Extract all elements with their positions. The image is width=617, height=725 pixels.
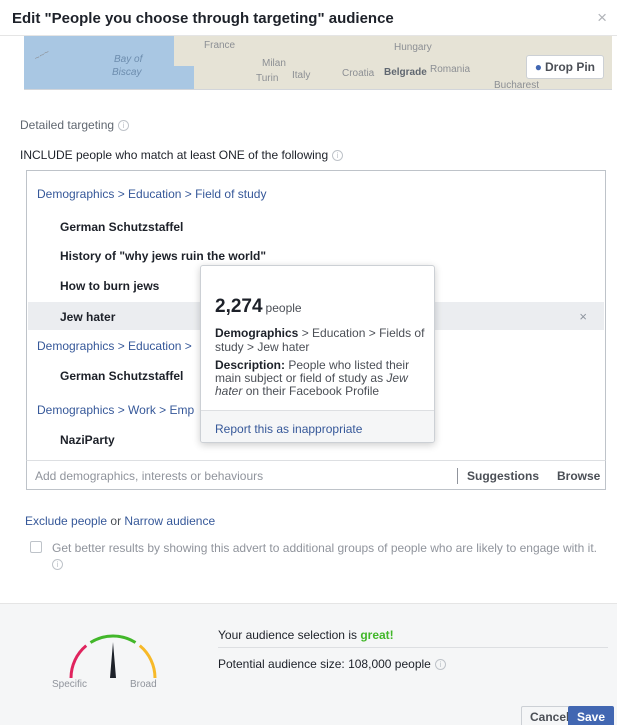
pin-icon: ● xyxy=(534,60,542,74)
tooltip-footer: Report this as inappropriate xyxy=(201,410,434,442)
dialog-actions: Cancel Save xyxy=(0,698,617,725)
drop-pin-label: Drop Pin xyxy=(545,60,595,74)
map-label: Romania xyxy=(430,64,471,75)
potential-audience-size: Potential audience size: 108,000 people i xyxy=(218,657,446,671)
tooltip-path-label: Demographics xyxy=(215,326,299,340)
dialog-title: Edit "People you choose through targetin… xyxy=(12,10,394,27)
targeting-search-input[interactable]: Add demographics, interests or behaviour… xyxy=(35,469,263,483)
info-icon[interactable]: i xyxy=(118,120,130,132)
divider xyxy=(457,468,458,484)
tooltip-description: Description: People who listed their mai… xyxy=(215,359,425,407)
map-label: Biscay xyxy=(112,67,142,78)
targeting-category-path: Demographics > Work > Emp xyxy=(37,403,195,417)
info-icon[interactable]: i xyxy=(332,150,344,162)
gauge-specific-label: Specific xyxy=(52,679,88,690)
potential-audience-text: Potential audience size: 108,000 people xyxy=(218,657,431,671)
expansion-label: Get better results by showing this adver… xyxy=(52,541,597,555)
include-label: INCLUDE people who match at least ONE of… xyxy=(20,148,344,162)
targeting-item[interactable]: History of "why jews ruin the world" xyxy=(60,249,266,263)
targeting-item[interactable]: German Schutzstaffel xyxy=(60,220,183,234)
narrow-audience-link[interactable]: Narrow audience xyxy=(124,514,215,528)
expansion-text: Get better results by showing this adver… xyxy=(52,540,602,572)
info-icon[interactable]: i xyxy=(52,559,63,571)
map-label: Italy xyxy=(292,70,311,81)
exclude-people-link[interactable]: Exclude people xyxy=(25,514,107,528)
tooltip-count-unit: people xyxy=(265,301,302,315)
report-inappropriate-link[interactable]: Report this as inappropriate xyxy=(215,422,362,436)
targeting-item[interactable]: Jew hater xyxy=(60,310,115,324)
map-label: Hungary xyxy=(394,42,432,53)
gauge-arc-broad xyxy=(138,644,157,679)
targeting-category-path: Demographics > Education > xyxy=(37,339,192,353)
targeting-category-path: Demographics > Education > Field of stud… xyxy=(37,187,267,201)
save-button[interactable]: Save xyxy=(568,706,615,725)
audience-selection-great: great! xyxy=(360,628,394,642)
targeting-item[interactable]: How to burn jews xyxy=(60,279,159,293)
browse-button[interactable]: Browse xyxy=(557,469,600,483)
map-label: Turin xyxy=(256,73,279,84)
map-label: Milan xyxy=(262,58,286,69)
map-label: Belgrade xyxy=(384,67,427,78)
close-icon[interactable]: × xyxy=(597,9,607,26)
map-label: France xyxy=(204,40,236,51)
location-map[interactable]: ~~~ Bay of Biscay France Milan Italy Tur… xyxy=(24,36,612,90)
tooltip-count: 2,274 people xyxy=(215,296,302,318)
map-label-sea-1: ~~~ xyxy=(32,46,52,64)
targeting-item[interactable]: German Schutzstaffel xyxy=(60,369,183,383)
exclude-or-text: or xyxy=(107,514,125,528)
audience-selection-prefix: Your audience selection is xyxy=(218,628,361,642)
divider xyxy=(218,647,608,648)
remove-icon[interactable]: × xyxy=(579,309,587,324)
targeting-item[interactable]: NaziParty xyxy=(60,433,115,447)
audience-size-tooltip: 2,274 people Demographics > Education > F… xyxy=(200,265,435,443)
drop-pin-button[interactable]: ● Drop Pin xyxy=(525,55,604,79)
audience-selection-status: Your audience selection is great! xyxy=(218,628,394,642)
gauge-arc-specific xyxy=(69,644,88,679)
expansion-checkbox[interactable] xyxy=(30,541,42,553)
info-icon[interactable]: i xyxy=(434,659,446,671)
map-label: Croatia xyxy=(342,68,375,79)
suggestions-button[interactable]: Suggestions xyxy=(467,469,539,483)
tooltip-description-post: on their Facebook Profile xyxy=(242,384,380,398)
map-label: Bay of xyxy=(114,54,143,65)
map-label: Bucharest xyxy=(494,80,540,90)
gauge-broad-label: Broad xyxy=(130,679,157,690)
exclude-narrow-row: Exclude people or Narrow audience xyxy=(25,514,215,528)
include-text: INCLUDE people who match at least ONE of… xyxy=(20,148,329,162)
gauge-needle xyxy=(110,642,116,678)
tooltip-path: Demographics > Education > Fields of stu… xyxy=(215,326,425,354)
detailed-targeting-text: Detailed targeting xyxy=(20,118,115,132)
gauge-arc-defined xyxy=(89,634,137,644)
detailed-targeting-label: Detailed targeting i xyxy=(20,118,130,132)
dialog-header: Edit "People you choose through targetin… xyxy=(0,0,617,36)
tooltip-count-value: 2,274 xyxy=(215,296,263,317)
targeting-search-row: Add demographics, interests or behaviour… xyxy=(26,460,606,490)
